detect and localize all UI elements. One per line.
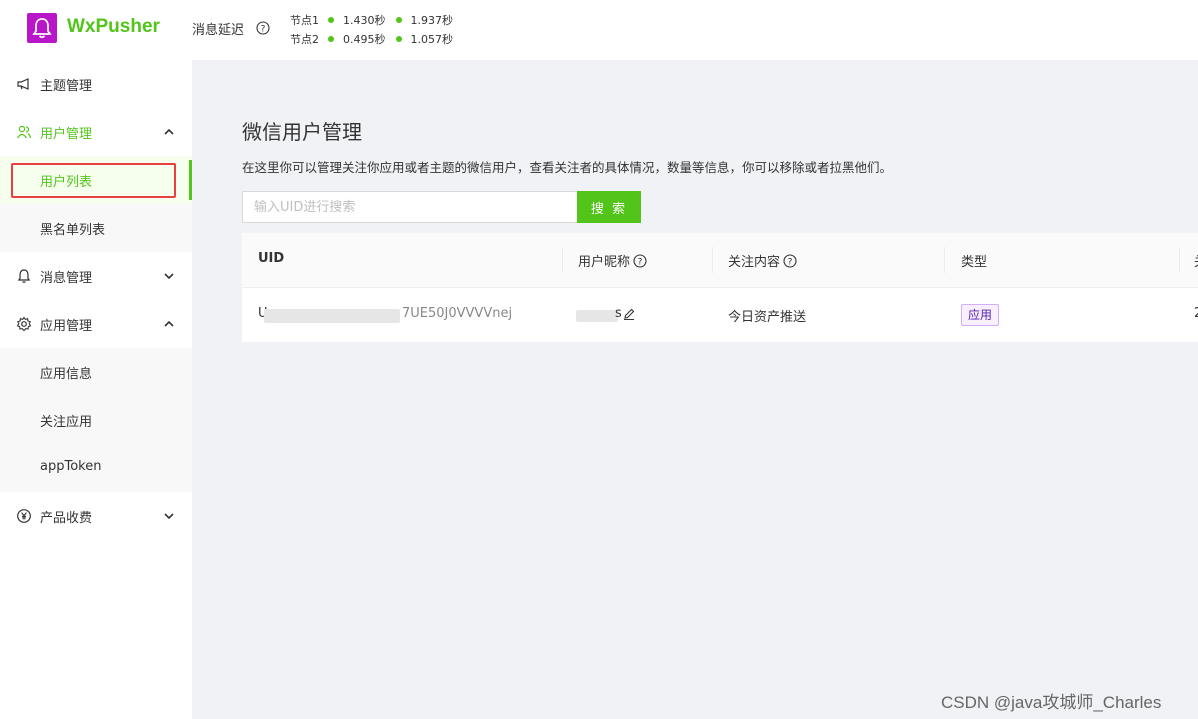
- help-icon[interactable]: ?: [783, 253, 797, 268]
- redacted-blur: [264, 309, 400, 323]
- bell-icon: [17, 269, 31, 283]
- column-header-nickname: 用户昵称 ?: [578, 251, 647, 270]
- edit-icon[interactable]: [622, 307, 636, 321]
- sidebar: 主题管理 用户管理 用户列表 黑名单列表 消息管理 应用管理 应用信息 关注应用…: [0, 60, 192, 719]
- top-header: WxPusher 消息延迟 ? 节点1 1.430秒 1.937秒 节点2 0.…: [0, 0, 1198, 60]
- node-status-row-2: 节点2 0.495秒 1.057秒: [290, 31, 453, 47]
- type-badge: 应用: [961, 304, 1000, 326]
- sidebar-item-blacklist[interactable]: 黑名单列表: [0, 204, 192, 252]
- sidebar-item-message-management[interactable]: 消息管理: [0, 252, 192, 300]
- truncated-cell: 2: [1194, 306, 1198, 321]
- table-header: UID 用户昵称 ? 关注内容 ? 类型 关: [242, 233, 1198, 288]
- sidebar-item-label: 用户管理: [40, 127, 93, 142]
- node-name: 节点2: [290, 33, 319, 46]
- message-delay-label: 消息延迟: [192, 23, 245, 38]
- sidebar-item-app-token[interactable]: appToken: [0, 444, 192, 492]
- bell-logo-icon: [27, 13, 57, 43]
- column-header-type: 类型: [961, 255, 988, 270]
- node-status-row-1: 节点1 1.430秒 1.937秒: [290, 12, 453, 28]
- svg-text:?: ?: [788, 257, 793, 267]
- chevron-down-icon: [164, 273, 174, 280]
- status-dot-icon: [328, 36, 334, 42]
- gear-icon: [16, 316, 32, 332]
- sidebar-item-label: 应用信息: [40, 367, 93, 382]
- page-title: 微信用户管理: [242, 120, 362, 144]
- column-header-follow-content: 关注内容 ?: [728, 251, 797, 270]
- follow-content-cell: 今日资产推送: [728, 310, 807, 325]
- node-latency-1: 1.430秒: [343, 14, 386, 27]
- sidebar-item-label: 产品收费: [40, 511, 93, 526]
- help-icon[interactable]: ?: [256, 20, 270, 39]
- users-icon: [16, 125, 32, 139]
- node-latency-2: 1.057秒: [410, 33, 454, 46]
- help-icon[interactable]: ?: [633, 253, 647, 268]
- page-description: 在这里你可以管理关注你应用或者主题的微信用户，查看关注者的具体情况，数量等信息，…: [242, 160, 893, 175]
- user-table: UID 用户昵称 ? 关注内容 ? 类型 关 U 7UE50J0VVVVnej …: [242, 233, 1198, 342]
- sidebar-item-label: 消息管理: [40, 271, 93, 286]
- sidebar-item-user-management[interactable]: 用户管理: [0, 108, 192, 156]
- status-dot-icon: [395, 17, 402, 23]
- nickname-suffix: s: [615, 306, 622, 321]
- yen-circle-icon: [17, 509, 31, 523]
- svg-text:?: ?: [261, 24, 266, 34]
- column-header-uid: UID: [258, 251, 285, 266]
- node-latency-2: 1.937秒: [410, 14, 454, 27]
- sidebar-item-label: 关注应用: [40, 415, 93, 430]
- highlight-box: [11, 163, 176, 198]
- app-logo-text[interactable]: WxPusher: [67, 16, 160, 38]
- node-latency-1: 0.495秒: [343, 33, 386, 46]
- svg-text:?: ?: [638, 257, 643, 267]
- sidebar-item-app-info[interactable]: 应用信息: [0, 348, 192, 396]
- sidebar-item-follow-app[interactable]: 关注应用: [0, 396, 192, 444]
- csdn-watermark: CSDN @java攻城师_Charles: [941, 693, 1162, 712]
- sidebar-item-label: appToken: [40, 459, 102, 474]
- column-header-truncated: 关: [1194, 251, 1198, 270]
- status-dot-icon: [328, 17, 334, 23]
- sidebar-item-label: 应用管理: [40, 319, 93, 334]
- status-dot-icon: [395, 36, 402, 42]
- redacted-blur: [576, 310, 618, 322]
- search-button[interactable]: 搜 索: [577, 191, 641, 223]
- node-name: 节点1: [290, 14, 319, 27]
- sidebar-item-label: 黑名单列表: [40, 223, 106, 238]
- uid-suffix: 7UE50J0VVVVnej: [402, 306, 513, 321]
- sidebar-item-label: 主题管理: [40, 79, 93, 94]
- sidebar-item-topic-management[interactable]: 主题管理: [0, 60, 192, 108]
- chevron-up-icon: [164, 320, 174, 327]
- main-content: 微信用户管理 在这里你可以管理关注你应用或者主题的微信用户，查看关注者的具体情况…: [192, 60, 1198, 719]
- sidebar-item-app-management[interactable]: 应用管理: [0, 300, 192, 348]
- sidebar-item-billing[interactable]: 产品收费: [0, 492, 192, 540]
- chevron-up-icon: [164, 128, 174, 135]
- uid-search-input[interactable]: [242, 191, 578, 223]
- megaphone-icon: [17, 78, 29, 90]
- chevron-down-icon: [164, 513, 174, 520]
